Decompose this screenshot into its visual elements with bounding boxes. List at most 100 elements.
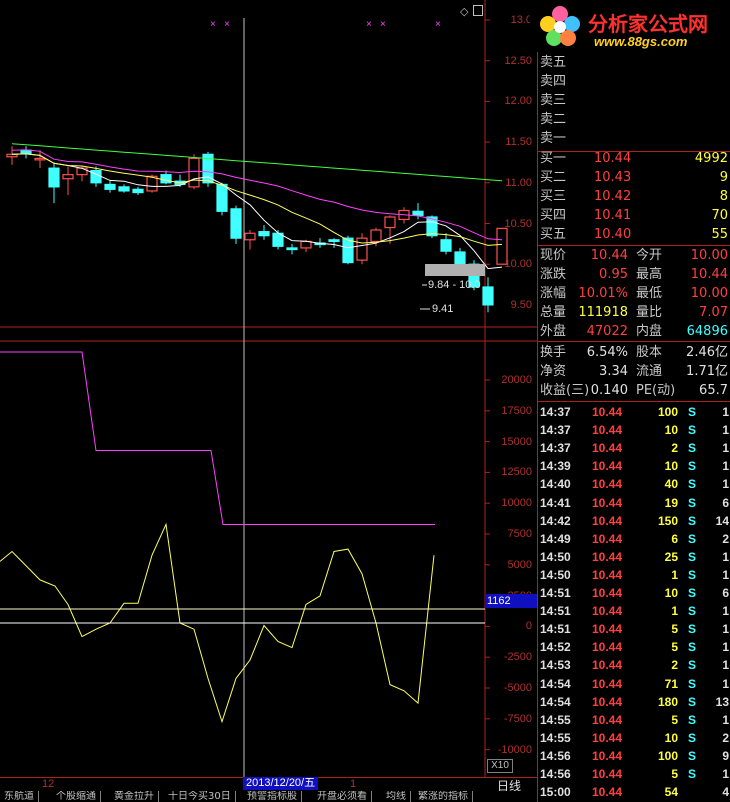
quote-label: 今开 <box>636 248 663 263</box>
order-label: 卖四 <box>540 74 567 89</box>
order-label: 买四 <box>540 208 567 223</box>
tick-count: 2 <box>722 531 729 546</box>
indicator-axis-label: -2500 <box>503 651 532 664</box>
tick-row: 14:56 10.44 5 S 1 <box>538 765 730 783</box>
tick-side: S <box>688 586 697 600</box>
signal-marker: × <box>224 19 230 30</box>
formula-tab[interactable]: 开盘必须看 <box>313 791 372 802</box>
tick-time: 14:37 <box>540 405 571 419</box>
formula-tab[interactable]: 黄金拉升 <box>110 791 159 802</box>
square-icon[interactable] <box>473 5 483 16</box>
tick-price: 10.44 <box>592 676 623 691</box>
formula-tab[interactable]: 东航道 <box>0 791 39 802</box>
formula-tab[interactable]: 预警指标股 <box>243 791 302 802</box>
tick-price: 10.44 <box>592 658 623 673</box>
tick-price: 10.44 <box>592 730 623 745</box>
tick-side: S <box>688 640 697 655</box>
formula-tab[interactable]: 十日今买30日 <box>164 791 236 802</box>
tick-row: 14:39 10.44 10 S 1 <box>538 457 730 475</box>
tick-price: 10.44 <box>592 748 623 763</box>
tick-time: 14:52 <box>540 640 571 655</box>
order-label: 买五 <box>540 227 567 242</box>
tick-row: 14:40 10.44 40 S 1 <box>538 475 730 493</box>
pin-icon[interactable]: ◇ <box>460 5 468 18</box>
quote-label: 收益(三) <box>540 383 590 398</box>
tick-count: 1 <box>722 567 729 582</box>
tick-time: 14:41 <box>540 495 571 510</box>
order-label: 买三 <box>540 189 567 204</box>
candle-down <box>48 167 60 188</box>
tick-row: 14:51 10.44 5 S 1 <box>538 620 730 638</box>
logo-url: www.88gs.com <box>594 34 688 49</box>
logo-title: 分析家公式网 <box>588 12 708 36</box>
indicator-axis-label: 17500 <box>501 404 532 417</box>
tick-price: 10.44 <box>592 712 623 727</box>
indicator-axis-label: -7500 <box>503 712 532 725</box>
candle-up <box>62 174 74 180</box>
order-volume: 8 <box>719 189 728 204</box>
zoom-box[interactable]: X10 <box>487 759 513 773</box>
quote-value: 7.07 <box>699 305 728 320</box>
tick-volume: 54 <box>664 785 678 800</box>
tick-time: 14:37 <box>540 441 571 456</box>
sell-order-row: 卖三 <box>538 92 730 110</box>
quote-label: 净资 <box>540 364 567 379</box>
tick-row: 14:42 10.44 150 S 14 <box>538 512 730 530</box>
tick-time: 14:53 <box>540 658 571 673</box>
sell-order-row: 卖四 <box>538 73 730 91</box>
site-logo: 分析家公式网 www.88gs.com <box>530 0 730 52</box>
tick-time: 14:42 <box>540 513 571 528</box>
tick-row: 14:51 10.44 10 S 6 <box>538 584 730 602</box>
tick-count: 1 <box>722 767 729 781</box>
order-volume: 9 <box>719 170 728 185</box>
order-volume: 4992 <box>694 151 728 166</box>
quote-value: 10.00 <box>690 248 728 263</box>
quote-value: 10.44 <box>590 248 628 263</box>
quote-label: 最高 <box>636 267 663 282</box>
tick-side: S <box>688 513 697 528</box>
formula-tab[interactable]: 均线 <box>382 791 411 802</box>
sell-order-row: 卖五 <box>538 54 730 72</box>
tick-row: 15:00 10.44 54 4 <box>538 783 730 801</box>
order-label: 卖一 <box>540 131 567 146</box>
tick-count: 4 <box>722 785 729 800</box>
quote-label: 量比 <box>636 305 663 320</box>
buy-order-row: 买五 10.40 55 <box>538 226 730 244</box>
quote-label: 换手 <box>540 345 567 360</box>
buy-order-row: 买二 10.43 9 <box>538 169 730 187</box>
tick-row: 14:53 10.44 2 S 1 <box>538 656 730 674</box>
tick-price: 10.44 <box>592 495 623 510</box>
tick-time: 14:50 <box>540 549 571 564</box>
tick-count: 1 <box>722 622 729 637</box>
tick-row: 14:41 10.44 19 S 6 <box>538 494 730 512</box>
buy-order-row: 买一 10.44 4992 <box>538 150 730 168</box>
order-label: 买一 <box>540 151 567 166</box>
tick-row: 14:37 10.44 2 S 1 <box>538 439 730 457</box>
order-price: 10.43 <box>594 170 632 185</box>
tick-count: 1 <box>722 459 729 474</box>
tick-side: S <box>688 676 697 691</box>
candle-up <box>300 240 312 249</box>
tick-side: S <box>688 658 697 673</box>
quote-value: 64896 <box>686 324 728 339</box>
tick-count: 1 <box>722 441 729 456</box>
indicator-axis-label: 7500 <box>507 528 532 540</box>
quote-value: 10.00 <box>690 286 728 301</box>
divider <box>538 401 730 402</box>
tick-time: 14:56 <box>540 748 571 763</box>
candle-up <box>384 216 396 229</box>
order-price: 10.40 <box>594 227 632 242</box>
indicator-axis-label: 20000 <box>501 374 532 386</box>
range-label: 9.84 - 10.0 <box>428 279 481 291</box>
candle-down <box>440 239 452 252</box>
tick-price: 10.44 <box>592 567 623 582</box>
tick-row: 14:37 10.44 100 S 1 <box>538 403 730 421</box>
tick-volume: 19 <box>664 495 678 510</box>
chart-area[interactable]: × × × × × <box>0 0 537 791</box>
divider <box>538 245 730 246</box>
quote-label: 涨跌 <box>540 267 567 282</box>
candle-down <box>160 174 172 184</box>
quote-row: 总量 111918 量比 7.07 <box>538 304 730 322</box>
formula-tab[interactable]: 个股缩通 <box>52 791 101 802</box>
formula-tab[interactable]: 繁涨的指标 <box>414 791 473 802</box>
